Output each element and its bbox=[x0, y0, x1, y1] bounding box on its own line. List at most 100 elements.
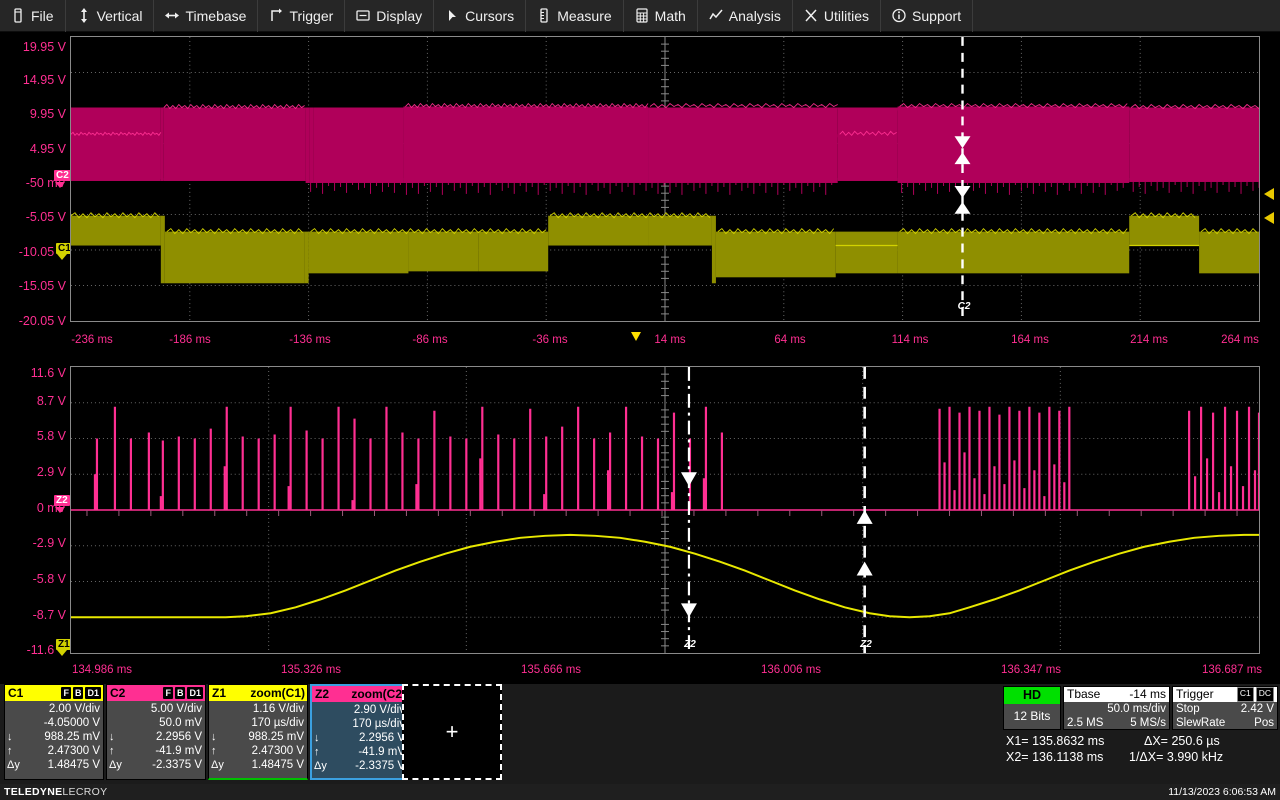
vertical-offset: 50.0 mV bbox=[159, 717, 202, 729]
trigger-source-flag[interactable]: C1 bbox=[1236, 687, 1254, 702]
descriptor-z2-title: zoom(C2) bbox=[351, 687, 406, 701]
trigger-state: Stop bbox=[1176, 703, 1200, 715]
trigger-header: Trigger C1 DC bbox=[1173, 687, 1277, 702]
x-tick-label: 136.687 ms bbox=[1201, 664, 1263, 676]
hd-bits: 12 Bits bbox=[1013, 709, 1051, 723]
cursor-x2-value: 136.1138 ms bbox=[1032, 750, 1104, 764]
flag-b[interactable]: B bbox=[72, 687, 84, 699]
menu-label: Analysis bbox=[728, 7, 781, 24]
y-tick-label: 11.6 V bbox=[30, 366, 66, 380]
trigger-coupling-flag[interactable]: DC bbox=[1255, 687, 1274, 702]
channel-marker-z2-arrow bbox=[55, 507, 65, 513]
descriptor-z2[interactable]: Z2 zoom(C2) 2.90 V/div 170 µs/div ↓ 2.295… bbox=[310, 684, 410, 780]
descriptor-line: Δy -2.3375 V bbox=[314, 759, 405, 773]
trigger-type-row: SlewRate Pos bbox=[1173, 716, 1277, 730]
menu-item-timebase[interactable]: Timebase bbox=[154, 0, 259, 32]
file-icon bbox=[11, 8, 25, 23]
menu-item-display[interactable]: Display bbox=[345, 0, 435, 32]
flag-b[interactable]: B bbox=[174, 687, 186, 699]
cursor-y1: 2.2956 V bbox=[358, 732, 405, 744]
x-tick-label: 114 ms bbox=[891, 334, 929, 346]
right-edge-marker-c1[interactable] bbox=[1264, 212, 1274, 224]
menu-item-analysis[interactable]: Analysis bbox=[698, 0, 793, 32]
x-tick-label: 164 ms bbox=[1011, 334, 1049, 346]
cursor-up-label: ↑ bbox=[7, 745, 13, 757]
menu-item-utilities[interactable]: Utilities bbox=[793, 0, 882, 32]
timebase-scale: 50.0 ms/div bbox=[1107, 703, 1166, 715]
descriptor-line: 50.0 mV bbox=[109, 716, 202, 730]
trigger-type: SlewRate bbox=[1176, 717, 1226, 729]
y-tick-label: -5.8 V bbox=[32, 572, 66, 586]
descriptor-c2-lines: 5.00 V/div 50.0 mV ↓ 2.2956 V ↑ -41.9 mV Δ… bbox=[107, 701, 205, 772]
main-grid-panel: 19.95 V 14.95 V 9.95 V 4.95 V -50 mV -5.… bbox=[0, 32, 1280, 357]
menu-label: Support bbox=[912, 7, 962, 24]
menu-label: Vertical bbox=[96, 7, 143, 24]
cursor-label-z2-right: Z2 bbox=[860, 639, 872, 650]
waveform-c2 bbox=[71, 107, 1259, 183]
descriptor-line: 170 µs/div bbox=[211, 716, 304, 730]
y-tick-label: -15.05 V bbox=[18, 279, 66, 293]
timebase-box[interactable]: Tbase -14 ms 50.0 ms/div 2.5 MS 5 MS/s bbox=[1063, 686, 1170, 730]
trigger-box[interactable]: Trigger C1 DC Stop 2.42 V SlewRate Pos bbox=[1172, 686, 1278, 730]
vertical-arrows-icon bbox=[77, 8, 91, 23]
descriptor-line: ↑ 2.47300 V bbox=[211, 744, 304, 758]
trigger-state-row: Stop 2.42 V bbox=[1173, 702, 1277, 716]
add-trace-button[interactable]: + bbox=[402, 684, 502, 780]
menu-item-math[interactable]: Math bbox=[624, 0, 698, 32]
zoom-grid-panel: 11.6 V 8.7 V 5.8 V 2.9 V 0 mV -2.9 V -5.… bbox=[0, 358, 1280, 684]
zoom-grid-plot[interactable]: Z2 Z2 bbox=[70, 366, 1260, 654]
flag-f[interactable]: F bbox=[163, 687, 173, 699]
channel-marker-c1-arrow bbox=[57, 254, 67, 260]
main-grid-plot[interactable]: C2 bbox=[70, 36, 1260, 322]
descriptor-z1[interactable]: Z1 zoom(C1) 1.16 V/div 170 µs/div ↓ 988.2… bbox=[208, 684, 308, 780]
horizontal-arrows-icon bbox=[165, 8, 180, 23]
menu-item-measure[interactable]: Measure bbox=[526, 0, 624, 32]
brand-lecroy: LECROY bbox=[62, 786, 108, 798]
x-tick-label: -236 ms bbox=[71, 334, 113, 346]
descriptor-c1-name: C1 bbox=[8, 686, 24, 700]
descriptor-line: ↑ 2.47300 V bbox=[7, 744, 100, 758]
support-info-icon bbox=[892, 8, 906, 23]
descriptor-line: ↓ 2.2956 V bbox=[109, 730, 202, 744]
x-tick-label: 136.347 ms bbox=[1000, 664, 1062, 676]
channel-marker-c2[interactable]: C2 bbox=[54, 170, 71, 181]
right-edge-marker-c2[interactable] bbox=[1264, 188, 1274, 200]
measure-icon bbox=[537, 8, 551, 23]
menu-item-support[interactable]: Support bbox=[881, 0, 974, 32]
menu-label: Utilities bbox=[823, 7, 870, 24]
descriptor-c2[interactable]: C2 F B D1 5.00 V/div 50.0 mV ↓ 2.2956 V ↑… bbox=[106, 684, 206, 780]
x-tick-label: 135.666 ms bbox=[520, 664, 582, 676]
x-tick-label: -186 ms bbox=[169, 334, 211, 346]
menu-label: Trigger bbox=[289, 7, 334, 24]
menu-item-file[interactable]: File bbox=[0, 0, 66, 32]
menu-item-trigger[interactable]: Trigger bbox=[258, 0, 346, 32]
delta-y-value: 1.48475 V bbox=[47, 759, 100, 771]
vertical-scale: 2.90 V/div bbox=[353, 704, 405, 716]
flag-d1[interactable]: D1 bbox=[187, 687, 203, 699]
menu-item-cursors[interactable]: Cursors bbox=[434, 0, 527, 32]
descriptor-line: 5.00 V/div bbox=[109, 702, 202, 716]
main-grid-gridlines bbox=[71, 37, 1259, 321]
cursor-up-label: ↑ bbox=[314, 746, 320, 758]
menu-label: Math bbox=[654, 7, 686, 24]
descriptor-c2-flags: F B D1 bbox=[163, 687, 203, 699]
trigger-position-marker[interactable] bbox=[631, 332, 641, 341]
channel-marker-z2[interactable]: Z2 bbox=[54, 495, 70, 506]
descriptor-c1[interactable]: C1 F B D1 2.00 V/div -4.05000 V ↓ 988.25 … bbox=[4, 684, 104, 780]
descriptor-line: ↓ 988.25 mV bbox=[211, 730, 304, 744]
hd-resolution-box[interactable]: HD 12 Bits bbox=[1003, 686, 1061, 730]
flag-d1[interactable]: D1 bbox=[85, 687, 101, 699]
cursor-x1-label: X1= bbox=[1006, 734, 1029, 748]
waveform-z2-spikes bbox=[93, 406, 1259, 510]
y-tick-label: 14.95 V bbox=[22, 73, 66, 87]
menu-item-vertical[interactable]: Vertical bbox=[66, 0, 155, 32]
x-tick-label: 14 ms bbox=[654, 334, 686, 346]
cursor-up-label: ↑ bbox=[109, 745, 115, 757]
menu-bar: File Vertical Timebase Trigger Display C… bbox=[0, 0, 1280, 32]
descriptor-line: ↓ 988.25 mV bbox=[7, 730, 100, 744]
brand-teledyne: TELEDYNE bbox=[4, 786, 63, 798]
channel-marker-z1-arrow bbox=[57, 650, 67, 656]
flag-f[interactable]: F bbox=[61, 687, 71, 699]
trigger-edge-icon bbox=[269, 8, 283, 23]
trigger-level: 2.42 V bbox=[1240, 703, 1274, 715]
